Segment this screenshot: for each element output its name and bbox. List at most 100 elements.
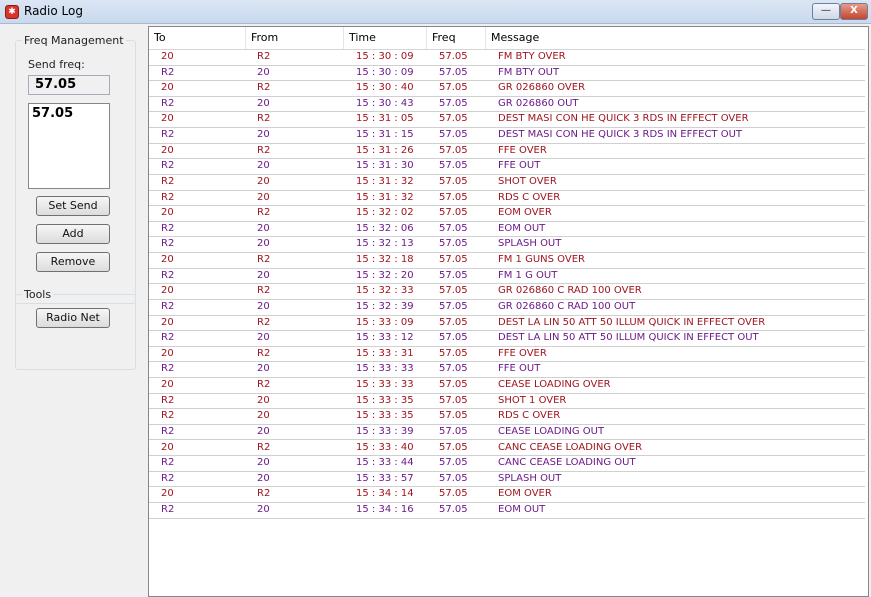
add-button[interactable]: Add: [36, 224, 110, 244]
cell-message: GR 026860 C RAD 100 OVER: [498, 285, 642, 297]
cell-time: 15 : 33 : 39: [356, 425, 414, 437]
cell-freq: 57.05: [439, 441, 468, 453]
cell-message: CEASE LOADING OVER: [498, 379, 611, 391]
table-row[interactable]: R2 20 15 : 33 : 44 57.05 CANC CEASE LOADING …: [149, 456, 865, 472]
table-row[interactable]: R2 20 15 : 34 : 16 57.05 EOM OUT: [149, 503, 865, 519]
cell-message: SHOT 1 OVER: [498, 394, 567, 406]
cell-from: R2: [257, 379, 271, 391]
column-header-to[interactable]: To: [149, 27, 246, 49]
cell-time: 15 : 31 : 32: [356, 175, 414, 187]
cell-message: GR 026860 OVER: [498, 82, 586, 94]
cell-freq: 57.05: [439, 425, 468, 437]
table-row[interactable]: R2 20 15 : 33 : 39 57.05 CEASE LOADING OUT: [149, 425, 865, 441]
table-row[interactable]: 20 R2 15 : 34 : 14 57.05 EOM OVER: [149, 487, 865, 503]
cell-time: 15 : 33 : 33: [356, 379, 414, 391]
table-row[interactable]: R2 20 15 : 31 : 30 57.05 FFE OUT: [149, 159, 865, 175]
table-row[interactable]: R2 20 15 : 33 : 35 57.05 SHOT 1 OVER: [149, 394, 865, 410]
table-row[interactable]: 20 R2 15 : 33 : 33 57.05 CEASE LOADING OVER: [149, 378, 865, 394]
table-row[interactable]: 20 R2 15 : 31 : 26 57.05 FFE OVER: [149, 144, 865, 160]
freq-list-item[interactable]: 57.05: [32, 106, 106, 121]
table-row[interactable]: 20 R2 15 : 30 : 40 57.05 GR 026860 OVER: [149, 81, 865, 97]
column-header-time[interactable]: Time: [344, 27, 427, 49]
table-row[interactable]: R2 20 15 : 33 : 35 57.05 RDS C OVER: [149, 409, 865, 425]
cell-from: 20: [257, 363, 270, 375]
cell-to: R2: [161, 66, 175, 78]
cell-time: 15 : 34 : 14: [356, 488, 414, 500]
cell-message: SHOT OVER: [498, 175, 557, 187]
table-row[interactable]: R2 20 15 : 32 : 39 57.05 GR 026860 C RAD 100…: [149, 300, 865, 316]
table-row[interactable]: 20 R2 15 : 32 : 33 57.05 GR 026860 C RAD 100…: [149, 284, 865, 300]
cell-to: 20: [161, 441, 174, 453]
cell-time: 15 : 33 : 44: [356, 457, 414, 469]
table-row[interactable]: R2 20 15 : 31 : 32 57.05 RDS C OVER: [149, 191, 865, 207]
tools-label: Tools: [22, 288, 54, 301]
radio-log-table[interactable]: To From Time Freq Message 20 R2 15 : 30 : …: [148, 26, 869, 597]
table-row[interactable]: R2 20 15 : 31 : 32 57.05 SHOT OVER: [149, 175, 865, 191]
table-row[interactable]: R2 20 15 : 32 : 20 57.05 FM 1 G OUT: [149, 269, 865, 285]
cell-to: 20: [161, 254, 174, 266]
cell-from: R2: [257, 207, 271, 219]
table-row[interactable]: R2 20 15 : 32 : 06 57.05 EOM OUT: [149, 222, 865, 238]
table-row[interactable]: 20 R2 15 : 30 : 09 57.05 FM BTY OVER: [149, 50, 865, 66]
cell-to: R2: [161, 238, 175, 250]
cell-message: GR 026860 C RAD 100 OUT: [498, 300, 636, 312]
column-header-freq[interactable]: Freq: [427, 27, 486, 49]
cell-to: R2: [161, 222, 175, 234]
cell-freq: 57.05: [439, 332, 468, 344]
cell-freq: 57.05: [439, 285, 468, 297]
table-row[interactable]: 20 R2 15 : 33 : 31 57.05 FFE OVER: [149, 347, 865, 363]
cell-from: 20: [257, 269, 270, 281]
cell-to: 20: [161, 144, 174, 156]
cell-message: DEST MASI CON HE QUICK 3 RDS IN EFFECT O…: [498, 113, 749, 125]
cell-to: R2: [161, 269, 175, 281]
tools-group: Tools: [15, 288, 136, 370]
cell-time: 15 : 31 : 26: [356, 144, 414, 156]
send-freq-label: Send freq:: [28, 58, 85, 71]
cell-time: 15 : 32 : 33: [356, 285, 414, 297]
radio-net-button[interactable]: Radio Net: [36, 308, 110, 328]
cell-freq: 57.05: [439, 113, 468, 125]
freq-list[interactable]: 57.05: [28, 103, 110, 189]
remove-button[interactable]: Remove: [36, 252, 110, 272]
table-row[interactable]: R2 20 15 : 30 : 43 57.05 GR 026860 OUT: [149, 97, 865, 113]
table-row[interactable]: R2 20 15 : 33 : 33 57.05 FFE OUT: [149, 362, 865, 378]
table-row[interactable]: 20 R2 15 : 31 : 05 57.05 DEST MASI CON HE QU…: [149, 112, 865, 129]
table-row[interactable]: R2 20 15 : 30 : 09 57.05 FM BTY OUT: [149, 66, 865, 82]
cell-message: DEST MASI CON HE QUICK 3 RDS IN EFFECT O…: [498, 129, 743, 141]
cell-to: R2: [161, 425, 175, 437]
cell-to: R2: [161, 332, 175, 344]
set-send-button[interactable]: Set Send: [36, 196, 110, 216]
table-row[interactable]: R2 20 15 : 33 : 57 57.05 SPLASH OUT: [149, 472, 865, 488]
table-row[interactable]: 20 R2 15 : 33 : 40 57.05 CANC CEASE LOADING …: [149, 441, 865, 457]
cell-time: 15 : 31 : 30: [356, 160, 414, 172]
table-row[interactable]: R2 20 15 : 31 : 15 57.05 DEST MASI CON HE QU…: [149, 128, 865, 144]
table-row[interactable]: 20 R2 15 : 33 : 09 57.05 DEST LA LIN 50 ATT …: [149, 316, 865, 332]
table-row[interactable]: R2 20 15 : 32 : 13 57.05 SPLASH OUT: [149, 237, 865, 254]
cell-from: 20: [257, 394, 270, 406]
cell-freq: 57.05: [439, 222, 468, 234]
column-header-message[interactable]: Message: [486, 27, 865, 49]
cell-freq: 57.05: [439, 82, 468, 94]
minimize-button[interactable]: —: [812, 3, 840, 20]
app-icon: ✱: [5, 5, 19, 19]
table-row[interactable]: 20 R2 15 : 32 : 18 57.05 FM 1 GUNS OVER: [149, 253, 865, 269]
cell-to: R2: [161, 97, 175, 109]
cell-freq: 57.05: [439, 503, 468, 515]
cell-time: 15 : 32 : 39: [356, 300, 414, 312]
cell-message: FFE OUT: [498, 160, 541, 172]
cell-from: 20: [257, 425, 270, 437]
cell-freq: 57.05: [439, 144, 468, 156]
cell-to: 20: [161, 285, 174, 297]
cell-freq: 57.05: [439, 300, 468, 312]
cell-time: 15 : 32 : 06: [356, 222, 414, 234]
table-row[interactable]: R2 20 15 : 33 : 12 57.05 DEST LA LIN 50 ATT …: [149, 331, 865, 347]
table-row[interactable]: 20 R2 15 : 32 : 02 57.05 EOM OVER: [149, 206, 865, 222]
cell-to: R2: [161, 160, 175, 172]
cell-to: R2: [161, 394, 175, 406]
close-button[interactable]: X: [840, 3, 868, 20]
cell-message: FFE OVER: [498, 144, 547, 156]
cell-time: 15 : 32 : 20: [356, 269, 414, 281]
column-header-from[interactable]: From: [246, 27, 344, 49]
window-title: Radio Log: [24, 4, 83, 18]
cell-from: 20: [257, 222, 270, 234]
